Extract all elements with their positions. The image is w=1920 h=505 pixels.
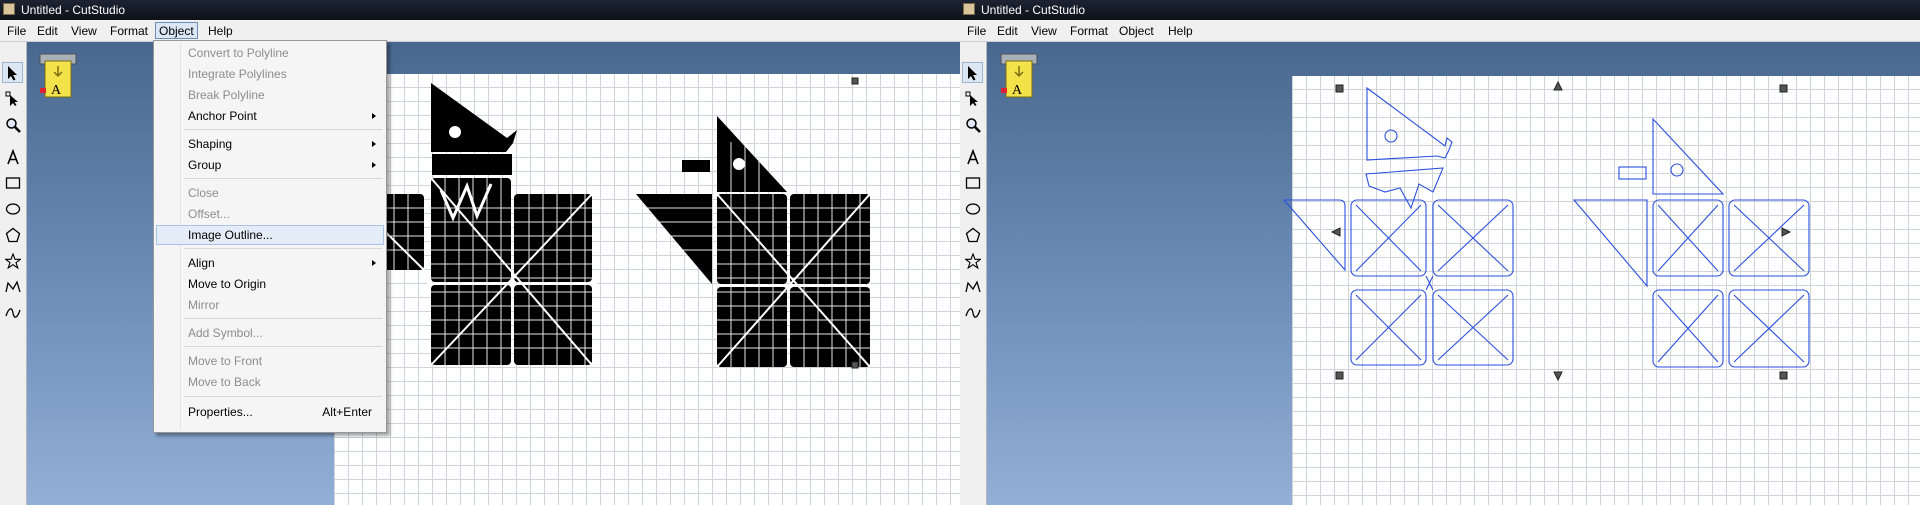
menu-file[interactable]: File: [3, 22, 30, 39]
menu-item-label: Break Polyline: [188, 88, 265, 102]
scale-handle-top[interactable]: [1553, 80, 1563, 91]
rectangle-icon[interactable]: [962, 172, 983, 193]
app-icon: [3, 3, 15, 15]
text-icon[interactable]: [962, 146, 983, 167]
star-icon[interactable]: [962, 250, 983, 271]
menu-item-move-to-origin[interactable]: Move to Origin: [156, 274, 384, 294]
menu-item-label: Group: [188, 158, 222, 172]
zoom-icon[interactable]: [962, 114, 983, 135]
ellipse-icon[interactable]: [2, 198, 23, 219]
ellipse-icon[interactable]: [962, 198, 983, 219]
menu-item-label: Convert to Polyline: [188, 46, 289, 60]
menu-item-convert-to-polyline[interactable]: Convert to Polyline: [156, 43, 384, 63]
title-bar: Untitled - CutStudio: [960, 0, 1920, 20]
menu-bar: File Edit View Format Object Help: [0, 20, 960, 42]
selection-handle[interactable]: [1779, 371, 1788, 380]
cutstudio-window-left: Untitled - CutStudio File Edit View Form…: [0, 0, 960, 505]
menu-item-move-to-front[interactable]: Move to Front: [156, 351, 384, 371]
menu-item-label: Offset...: [188, 207, 230, 221]
scale-handle-right[interactable]: [1781, 227, 1792, 237]
object-menu-dropdown: Convert to Polyline Integrate Polylines …: [153, 40, 387, 433]
design-outline-bird-2[interactable]: [1572, 117, 1810, 368]
menu-item-shortcut: Alt+Enter: [322, 405, 372, 419]
menu-item-label: Move to Origin: [188, 277, 267, 291]
window-title: Untitled - CutStudio: [21, 3, 126, 17]
menu-bar: File Edit View Format Object Help: [960, 20, 1920, 42]
polyline-icon[interactable]: [2, 276, 23, 297]
selection-handle[interactable]: [1335, 371, 1344, 380]
workspace[interactable]: A: [987, 42, 1920, 505]
menu-object[interactable]: Object: [1115, 22, 1158, 39]
menu-item-shaping[interactable]: Shaping: [156, 134, 384, 154]
text-icon[interactable]: [2, 146, 23, 167]
tool-palette: [960, 42, 987, 505]
cutstudio-window-right: Untitled - CutStudio File Edit View Form…: [960, 0, 1920, 505]
menu-item-mirror[interactable]: Mirror: [156, 295, 384, 315]
selection-handle[interactable]: [1335, 84, 1344, 93]
menu-format[interactable]: Format: [1066, 22, 1112, 39]
menu-item-offset[interactable]: Offset...: [156, 204, 384, 224]
menu-item-align[interactable]: Align: [156, 253, 384, 273]
polygon-icon[interactable]: [962, 224, 983, 245]
menu-item-label: Properties...: [188, 405, 253, 419]
menu-item-label: Move to Back: [188, 375, 261, 389]
design-outline-bird-1[interactable]: [1282, 86, 1514, 366]
menu-item-label: Mirror: [188, 298, 220, 312]
selection-handle[interactable]: [851, 77, 859, 85]
select-arrow-icon[interactable]: [962, 62, 983, 83]
menu-item-move-to-back[interactable]: Move to Back: [156, 372, 384, 392]
selection-handle[interactable]: [851, 361, 859, 369]
menu-item-close[interactable]: Close: [156, 183, 384, 203]
design-bird-2[interactable]: [636, 116, 870, 367]
menu-item-label: Add Symbol...: [188, 326, 263, 340]
menu-item-image-outline[interactable]: Image Outline...: [156, 225, 384, 245]
menu-item-anchor-point[interactable]: Anchor Point: [156, 106, 384, 126]
menu-item-label: Align: [188, 256, 215, 270]
menu-item-integrate-polylines[interactable]: Integrate Polylines: [156, 64, 384, 84]
menu-object[interactable]: Object: [155, 22, 198, 39]
menu-edit[interactable]: Edit: [993, 22, 1022, 39]
curve-icon[interactable]: [2, 302, 23, 323]
selection-handle[interactable]: [1779, 84, 1788, 93]
edit-points-icon[interactable]: [962, 88, 983, 109]
menu-format[interactable]: Format: [106, 22, 152, 39]
menu-item-label: Anchor Point: [188, 109, 257, 123]
menu-view[interactable]: View: [67, 22, 101, 39]
menu-item-label: Integrate Polylines: [188, 67, 287, 81]
menu-help[interactable]: Help: [1164, 22, 1197, 39]
menu-item-label: Shaping: [188, 137, 233, 151]
polyline-icon[interactable]: [962, 276, 983, 297]
star-icon[interactable]: [2, 250, 23, 271]
menu-item-add-symbol[interactable]: Add Symbol...: [156, 323, 384, 343]
select-arrow-icon[interactable]: [2, 62, 23, 83]
menu-item-label: Move to Front: [188, 354, 263, 368]
menu-view[interactable]: View: [1027, 22, 1061, 39]
menu-item-properties[interactable]: Properties... Alt+Enter: [156, 402, 384, 422]
window-title: Untitled - CutStudio: [981, 3, 1086, 17]
menu-help[interactable]: Help: [204, 22, 237, 39]
submenu-arrow-icon: [372, 141, 376, 147]
scale-handle-bottom[interactable]: [1553, 371, 1563, 382]
menu-item-break-polyline[interactable]: Break Polyline: [156, 85, 384, 105]
canvas-right[interactable]: [987, 42, 1920, 505]
submenu-arrow-icon: [372, 162, 376, 168]
menu-item-group[interactable]: Group: [156, 155, 384, 175]
menu-item-label: Image Outline...: [188, 228, 273, 242]
menu-edit[interactable]: Edit: [33, 22, 62, 39]
title-bar: Untitled - CutStudio: [0, 0, 960, 20]
zoom-icon[interactable]: [2, 114, 23, 135]
submenu-arrow-icon: [372, 113, 376, 119]
menu-item-label: Close: [188, 186, 219, 200]
menu-file[interactable]: File: [963, 22, 990, 39]
scale-handle-left[interactable]: [1330, 227, 1341, 237]
submenu-arrow-icon: [372, 260, 376, 266]
app-icon: [963, 3, 975, 15]
polygon-icon[interactable]: [2, 224, 23, 245]
edit-points-icon[interactable]: [2, 88, 23, 109]
rectangle-icon[interactable]: [2, 172, 23, 193]
curve-icon[interactable]: [962, 302, 983, 323]
selection-handles: [1330, 80, 1792, 382]
tool-palette: [0, 42, 27, 505]
